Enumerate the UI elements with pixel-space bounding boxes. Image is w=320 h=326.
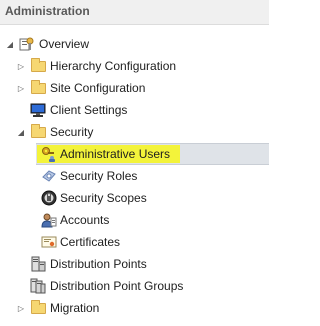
- tree-item-label: Accounts: [60, 213, 110, 227]
- tree-item-label: Hierarchy Configuration: [50, 59, 177, 73]
- tree-item-administrative-users[interactable]: Administrative Users: [0, 143, 269, 165]
- tree-item-distribution-point-groups[interactable]: Distribution Point Groups: [0, 275, 269, 297]
- certificate-icon: [41, 234, 57, 250]
- folder-icon: [30, 123, 46, 140]
- tree-item-label: Overview: [39, 37, 90, 51]
- tree-item-distribution-points[interactable]: Distribution Points: [0, 253, 269, 275]
- tree-item-accounts[interactable]: Accounts: [0, 209, 269, 231]
- tree-item-hierarchy-configuration[interactable]: ▷ Hierarchy Configuration: [0, 55, 269, 77]
- lock-icon: [41, 190, 57, 206]
- tree-item-site-configuration[interactable]: ▷ Site Configuration: [0, 77, 269, 99]
- tree-item-label: Site Configuration: [50, 81, 146, 95]
- tree-item-label: Security: [50, 125, 94, 139]
- tree-item-label: Security Roles: [60, 169, 138, 183]
- role-icon: [41, 168, 57, 184]
- collapsed-triangle-icon[interactable]: ▷: [15, 77, 27, 99]
- panel-title: Administration: [5, 4, 90, 18]
- tree-item-migration[interactable]: ▷ Migration: [0, 297, 269, 319]
- folder-icon: [30, 57, 46, 74]
- user-account-icon: [41, 212, 57, 228]
- folder-icon: [30, 299, 46, 316]
- tree-item-label: Distribution Points: [50, 257, 147, 271]
- folder-icon: [30, 79, 46, 96]
- expanded-triangle-icon[interactable]: ◢: [15, 121, 27, 143]
- tree-item-label: Security Scopes: [60, 191, 147, 205]
- tree-item-security-roles[interactable]: Security Roles: [0, 165, 269, 187]
- server-icon: [30, 256, 46, 272]
- tree-item-label: Certificates: [60, 235, 121, 249]
- key-user-icon: [41, 146, 57, 162]
- tree-item-client-settings[interactable]: Client Settings: [0, 99, 269, 121]
- server-group-icon: [30, 278, 46, 294]
- tree-item-security[interactable]: ◢ Security: [0, 121, 269, 143]
- monitor-icon: [30, 102, 46, 118]
- navigation-tree: ◢ Overview ▷ Hierarchy Configuration ▷ S…: [0, 33, 269, 319]
- tree-item-security-scopes[interactable]: Security Scopes: [0, 187, 269, 209]
- expanded-triangle-icon[interactable]: ◢: [4, 33, 16, 55]
- overview-icon: [19, 36, 35, 52]
- tree-item-label: Administrative Users: [60, 147, 171, 161]
- tree-item-overview[interactable]: ◢ Overview: [0, 33, 269, 55]
- collapsed-triangle-icon[interactable]: ▷: [15, 55, 27, 77]
- tree-item-label: Client Settings: [50, 103, 128, 117]
- panel-header: Administration: [0, 0, 269, 25]
- tree-item-label: Distribution Point Groups: [50, 279, 184, 293]
- collapsed-triangle-icon[interactable]: ▷: [15, 297, 27, 319]
- tree-item-certificates[interactable]: Certificates: [0, 231, 269, 253]
- tree-item-label: Migration: [50, 301, 100, 315]
